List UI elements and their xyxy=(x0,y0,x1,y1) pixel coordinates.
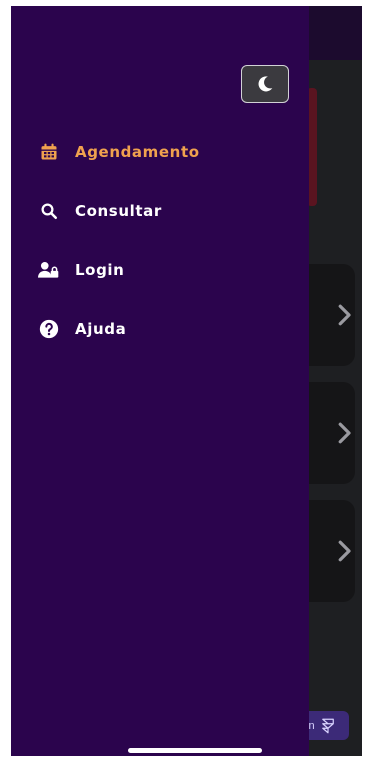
users-lock-icon xyxy=(38,259,60,281)
menu-item-consultar[interactable]: Consultar xyxy=(38,191,162,231)
chevron-right-icon xyxy=(338,422,351,444)
framer-logo-icon xyxy=(321,718,334,733)
help-circle-icon xyxy=(38,318,60,340)
menu-item-label: Consultar xyxy=(75,202,162,220)
menu-item-agendamento[interactable]: Agendamento xyxy=(38,132,200,172)
home-indicator[interactable] xyxy=(128,748,262,753)
calendar-icon xyxy=(38,141,60,163)
menu-item-label: Agendamento xyxy=(75,143,200,161)
moon-icon xyxy=(258,76,273,92)
menu-item-login[interactable]: Login xyxy=(38,250,124,290)
search-icon xyxy=(38,200,60,222)
menu-item-label: Ajuda xyxy=(75,320,127,338)
menu-item-ajuda[interactable]: Ajuda xyxy=(38,309,126,349)
chevron-right-icon xyxy=(338,540,351,562)
chevron-right-icon xyxy=(338,304,351,326)
theme-toggle-button[interactable] xyxy=(241,65,289,103)
navigation-drawer: Agendamento Consultar Login Ajuda xyxy=(11,6,309,756)
menu-item-label: Login xyxy=(75,261,125,279)
